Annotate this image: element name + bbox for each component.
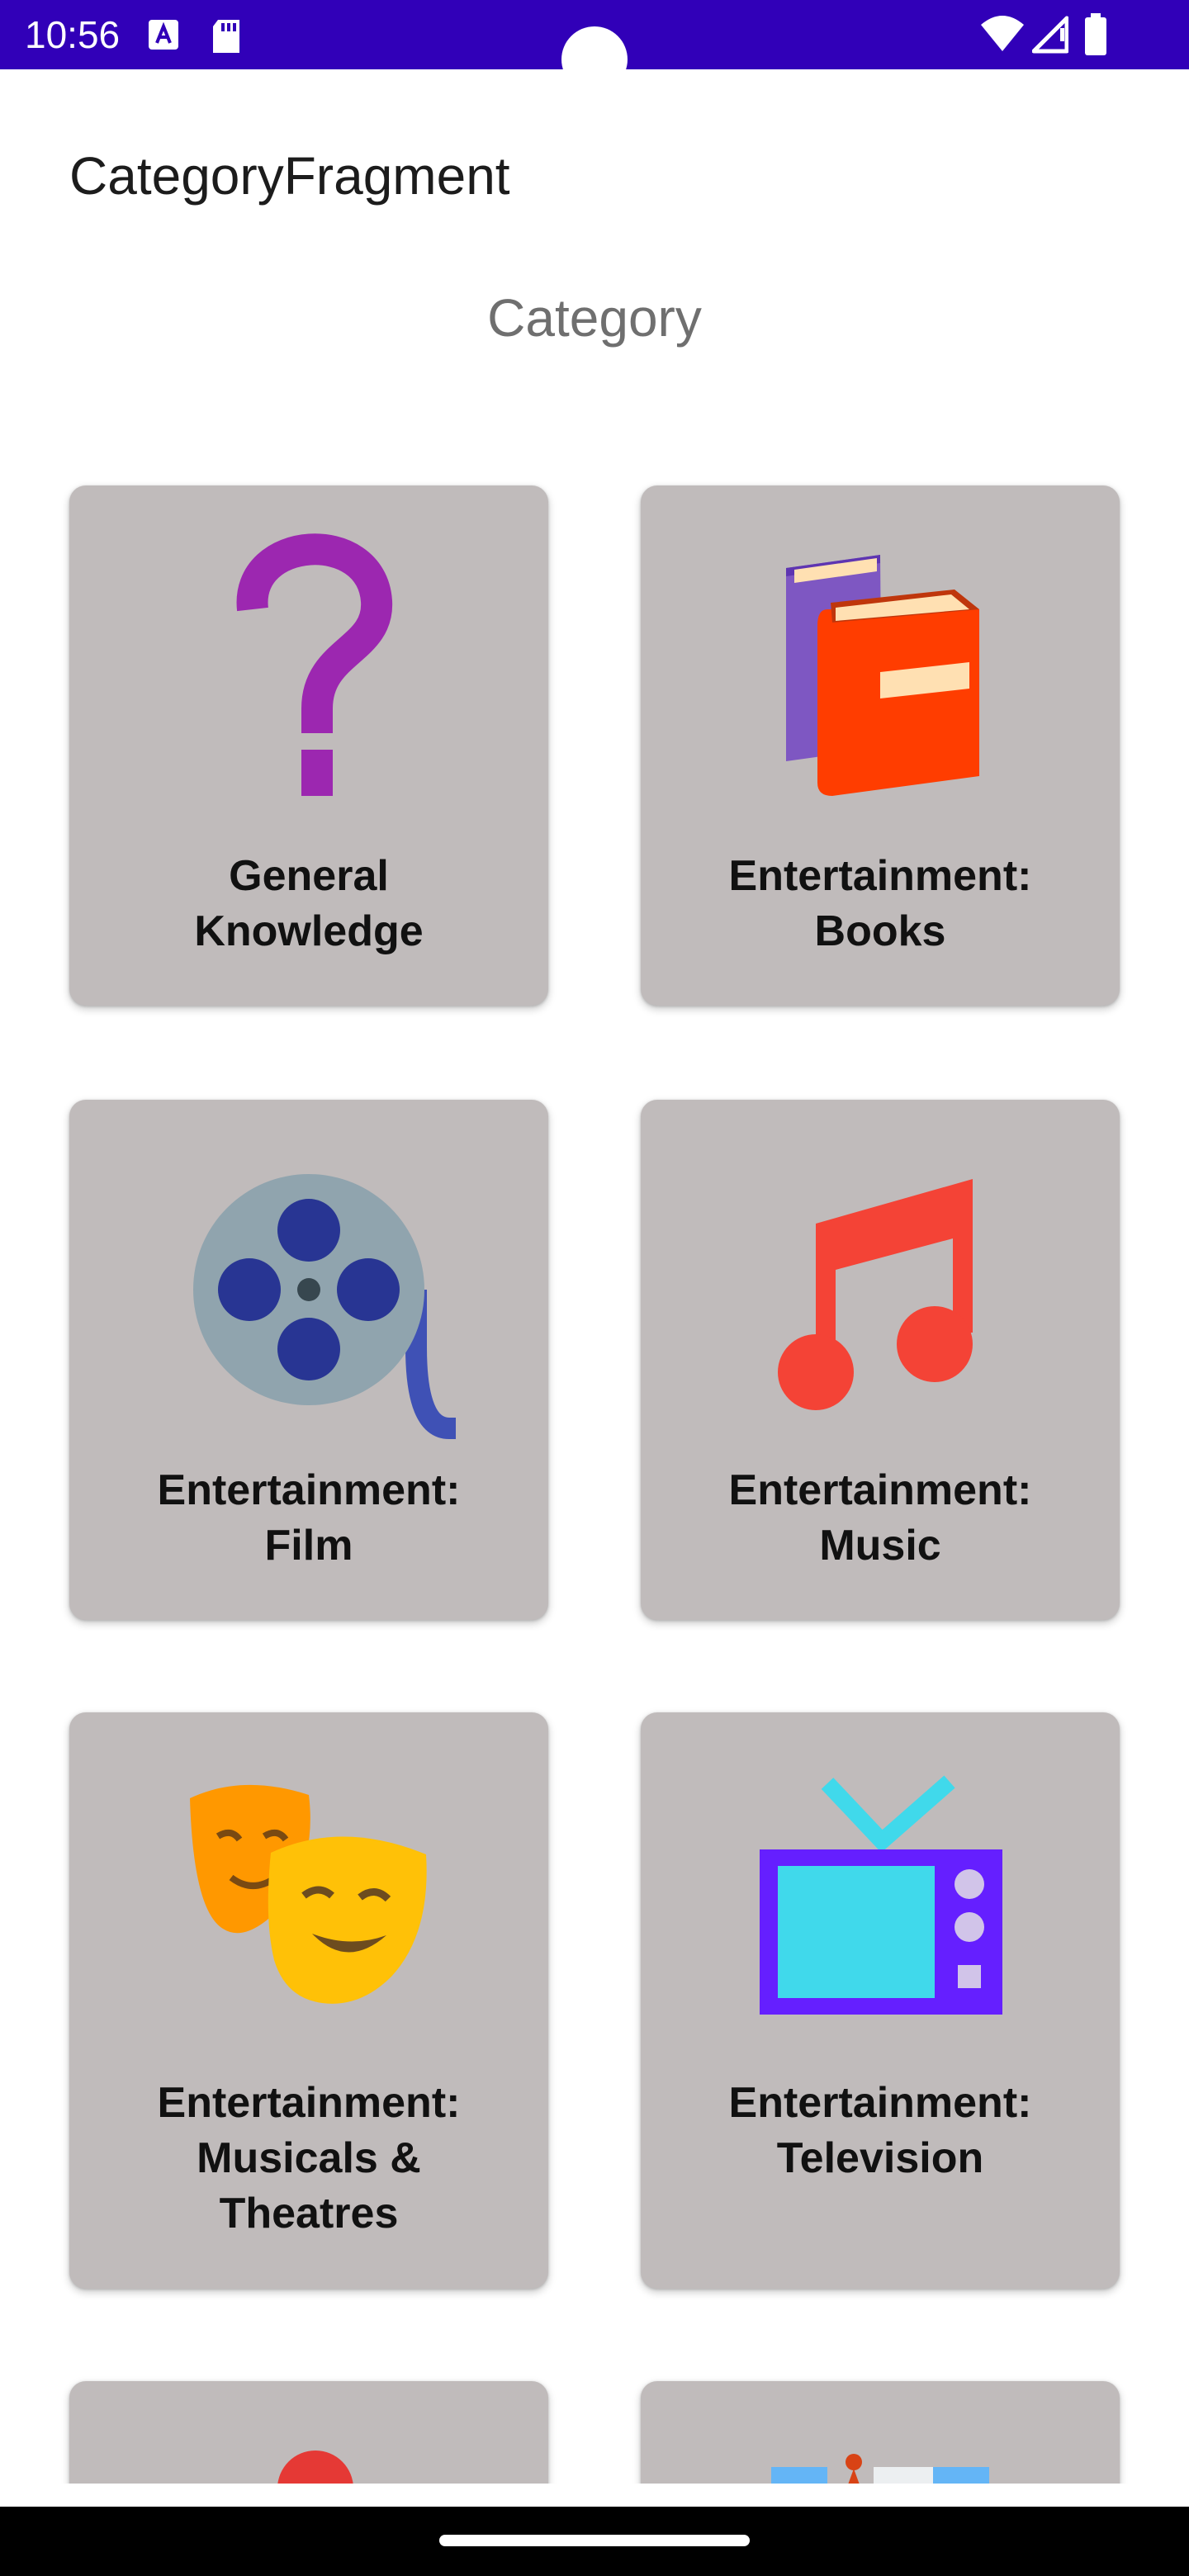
partial-scene-icon bbox=[771, 2454, 989, 2484]
category-label: Entertainment: Television bbox=[728, 2079, 1032, 2182]
category-label: Entertainment: Music bbox=[728, 1466, 1032, 1570]
theatre-masks-icon bbox=[190, 1784, 427, 2004]
partial-red-icon bbox=[277, 2451, 353, 2484]
home-gesture-handle[interactable] bbox=[439, 2535, 750, 2546]
category-card-television[interactable]: Entertainment: Television bbox=[641, 1712, 1120, 2289]
category-grid: General Knowledge Entertainment: Books E… bbox=[0, 0, 1189, 2484]
question-mark-icon bbox=[236, 533, 393, 796]
category-label: Entertainment: Books bbox=[728, 852, 1032, 955]
category-card-partial-right[interactable] bbox=[641, 2381, 1120, 2484]
category-card-musicals-theatres[interactable]: Entertainment: Musicals & Theatres bbox=[69, 1712, 548, 2289]
category-label: Entertainment: Musicals & Theatres bbox=[157, 2079, 461, 2237]
books-icon bbox=[786, 555, 979, 796]
category-card-books[interactable]: Entertainment: Books bbox=[641, 485, 1120, 1006]
category-card-general-knowledge[interactable]: General Knowledge bbox=[69, 485, 548, 1006]
category-label: Entertainment: Film bbox=[157, 1466, 461, 1570]
category-card-music[interactable]: Entertainment: Music bbox=[641, 1100, 1120, 1620]
category-card-film[interactable]: Entertainment: Film bbox=[69, 1100, 548, 1620]
television-icon bbox=[760, 1775, 1002, 2015]
category-card-partial-left[interactable] bbox=[69, 2381, 548, 2484]
category-label: General Knowledge bbox=[194, 852, 424, 955]
film-reel-icon bbox=[193, 1174, 456, 1439]
music-note-icon bbox=[778, 1179, 973, 1410]
